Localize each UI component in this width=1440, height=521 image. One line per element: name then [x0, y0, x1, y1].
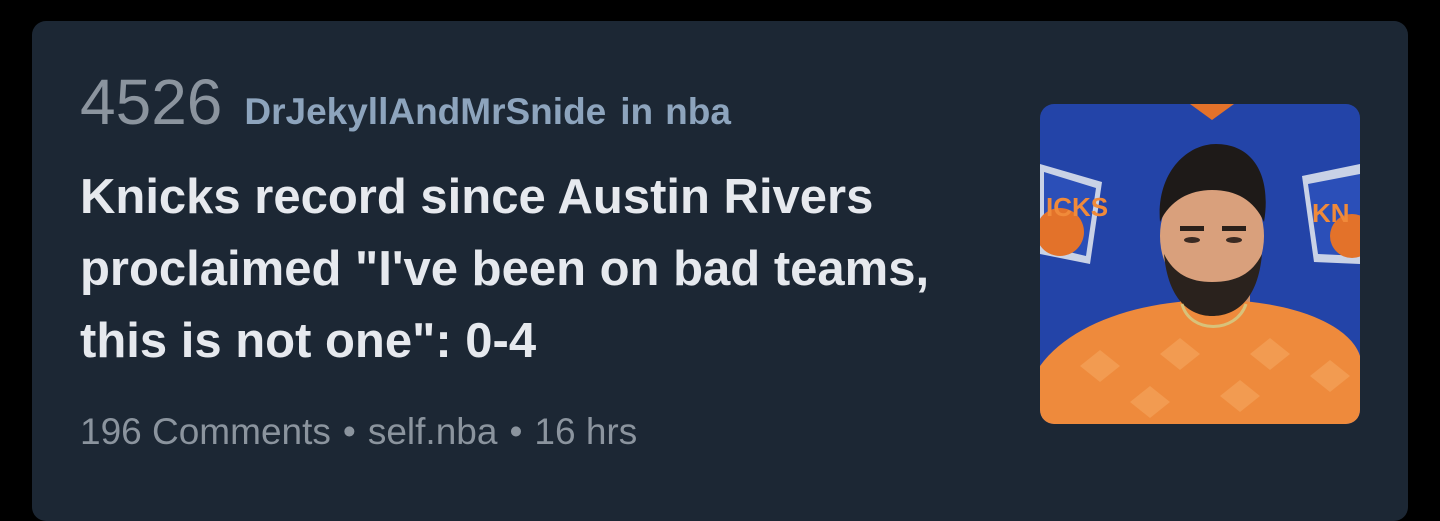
- in-label: in: [620, 91, 654, 132]
- separator-dot: •: [509, 411, 523, 452]
- post-meta: 4526 DrJekyllAndMrSnide in nba: [80, 65, 731, 145]
- post-age: 16 hrs: [534, 411, 638, 452]
- post-card[interactable]: 4526 DrJekyllAndMrSnide in nba Knicks re…: [32, 21, 1408, 521]
- logo-text: ICKS: [1046, 192, 1108, 222]
- post-thumbnail[interactable]: ICKS KN: [1040, 104, 1360, 424]
- post-footer: 196 Comments • self.nba • 16 hrs: [80, 411, 637, 453]
- subreddit-link[interactable]: nba: [665, 91, 731, 133]
- post-title[interactable]: Knicks record since Austin Rivers procla…: [80, 161, 1010, 377]
- post-author-link[interactable]: DrJekyllAndMrSnide: [244, 91, 606, 133]
- logo-text: KN: [1312, 198, 1350, 228]
- post-score: 4526: [80, 66, 223, 138]
- separator-dot: •: [342, 411, 356, 452]
- post-domain[interactable]: self.nba: [368, 411, 498, 453]
- comments-link[interactable]: 196 Comments: [80, 411, 331, 453]
